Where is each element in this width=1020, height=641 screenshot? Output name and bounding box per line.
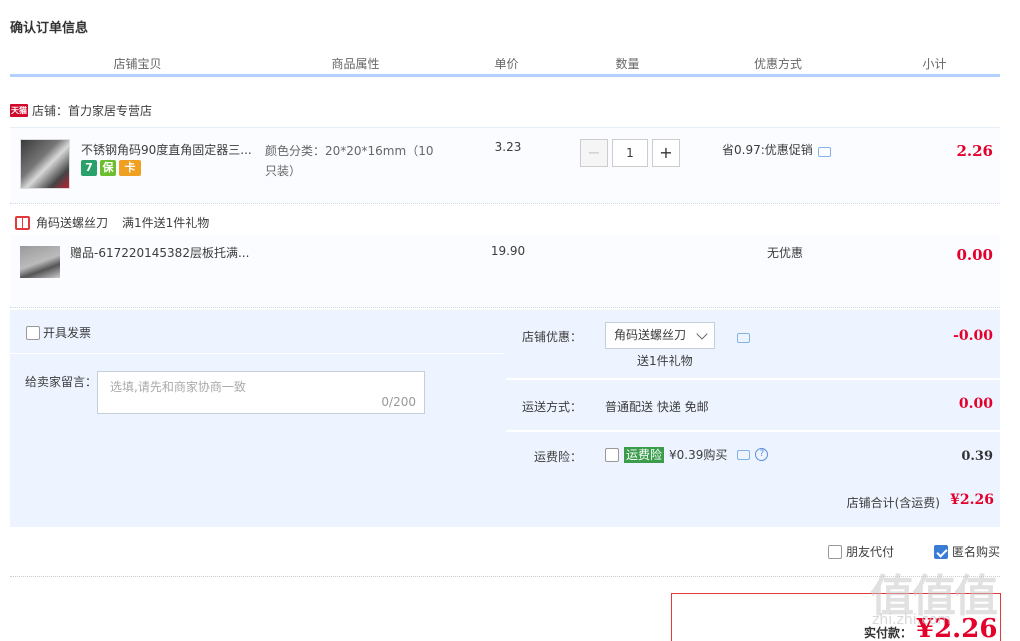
gift-subtotal: 0.00 xyxy=(956,246,993,264)
anonymous-label: 匿名购买 xyxy=(951,545,1000,559)
col-subtotal: 小计 xyxy=(868,55,1000,74)
gift-name-link[interactable]: 赠品-617220145382层板托满... xyxy=(70,244,249,261)
col-unit-price: 单价 xyxy=(445,55,567,74)
guarantee-icon[interactable]: 保 xyxy=(100,160,116,176)
message-placeholder: 选填,请先和商家协商一致 xyxy=(110,380,246,394)
credit-card-icon[interactable]: 卡 xyxy=(119,160,141,176)
gift-item-row: 赠品-617220145382层板托满... 19.90 无优惠 0.00 xyxy=(10,235,1000,308)
quantity-plus-button[interactable]: + xyxy=(652,139,680,167)
gift-unit-price: 19.90 xyxy=(490,244,526,258)
shop-total-label: 店铺合计(含运费) xyxy=(846,496,940,510)
gift-icon xyxy=(15,215,30,230)
shop-discount-select[interactable]: 角码送螺丝刀 xyxy=(605,322,715,349)
col-discount: 优惠方式 xyxy=(687,55,868,74)
message-label: 给卖家留言： xyxy=(25,375,98,389)
invoice-option[interactable]: 开具发票 xyxy=(26,324,91,341)
extra-options: 朋友代付 匿名购买 xyxy=(827,543,1000,560)
col-attributes: 商品属性 xyxy=(265,55,445,74)
shop-header: 天猫 店铺：首力家居专营店 xyxy=(10,102,152,119)
invoice-section: 开具发票 xyxy=(10,310,504,354)
shop-discount-value: -0.00 xyxy=(953,328,993,344)
shop-discount-selected: 角码送螺丝刀 xyxy=(614,328,687,342)
column-headers: 店铺宝贝 商品属性 单价 数量 优惠方式 小计 xyxy=(10,55,1000,77)
tmall-badge-icon: 天猫 xyxy=(10,104,28,117)
insurance-checkbox[interactable] xyxy=(605,447,619,462)
shipping-section: 运送方式： 普通配送 快递 免邮 0.00 xyxy=(506,380,1000,430)
seven-day-return-icon[interactable]: 7 xyxy=(81,160,97,176)
service-badges: 7 保 卡 xyxy=(81,160,141,176)
item-promo: 省0.97:优惠促销 xyxy=(722,141,831,158)
shipping-method: 普通配送 快递 免邮 xyxy=(605,400,709,414)
message-counter: 0/200 xyxy=(381,395,416,409)
item-promo-text: 省0.97:优惠促销 xyxy=(722,143,813,157)
shop-discount-section: 店铺优惠： 角码送螺丝刀 送1件礼物 -0.00 xyxy=(506,310,1000,378)
shipping-label: 运送方式： xyxy=(521,400,582,414)
invoice-checkbox[interactable] xyxy=(26,325,40,340)
anonymous-checkbox[interactable] xyxy=(933,544,948,559)
item-name-link[interactable]: 不锈钢角码90度直角固定器三... xyxy=(81,141,256,158)
item-subtotal: 2.26 xyxy=(956,142,993,160)
col-quantity: 数量 xyxy=(567,55,687,74)
col-shop-item: 店铺宝贝 xyxy=(113,57,162,71)
quantity-minus-button[interactable]: − xyxy=(580,139,608,167)
gift-promo: 无优惠 xyxy=(766,246,803,260)
invoice-label: 开具发票 xyxy=(43,326,92,340)
item-unit-price: 3.23 xyxy=(494,140,522,154)
shipping-value: 0.00 xyxy=(958,396,993,412)
shop-total-value: ¥2.26 xyxy=(950,492,994,508)
anonymous-option[interactable]: 匿名购买 xyxy=(933,543,1000,560)
friend-pay-option[interactable]: 朋友代付 xyxy=(827,543,894,560)
watermark-url: zhi.zhi.com xyxy=(872,612,952,628)
chevron-down-icon xyxy=(696,328,708,340)
shop-discount-sub: 送1件礼物 xyxy=(637,354,693,368)
insurance-option: 运费险 ¥0.39购买 ? xyxy=(605,446,769,463)
insurance-section: 运费险： 运费险 ¥0.39购买 ? 0.39 xyxy=(506,432,1000,475)
quantity-input[interactable]: 1 xyxy=(612,139,648,167)
insurance-value: 0.39 xyxy=(961,449,993,464)
gift-promo-name: 角码送螺丝刀 xyxy=(36,216,109,230)
right-summary: 店铺优惠： 角码送螺丝刀 送1件礼物 -0.00 运送方式： 普通配送 快递 免… xyxy=(506,310,1000,475)
divider xyxy=(10,576,1000,577)
order-item-row: 不锈钢角码90度直角固定器三... 7 保 卡 颜色分类：20*20*16mm（… xyxy=(10,127,1000,204)
shop-name[interactable]: 店铺：首力家居专营店 xyxy=(32,102,152,119)
help-icon[interactable]: ? xyxy=(755,448,769,461)
item-sku: 颜色分类：20*20*16mm（10只装） xyxy=(265,144,434,178)
promo-chat-icon[interactable] xyxy=(817,146,831,157)
insurance-tag: 运费险 xyxy=(624,446,665,463)
item-thumbnail[interactable] xyxy=(20,139,70,189)
gift-header: 角码送螺丝刀 满1件送1件礼物 xyxy=(15,214,209,231)
insurance-price: ¥0.39购买 xyxy=(669,448,728,462)
friend-pay-label: 朋友代付 xyxy=(845,545,894,559)
gift-thumbnail[interactable] xyxy=(20,246,60,278)
page-title: 确认订单信息 xyxy=(10,21,89,36)
insurance-chat-icon[interactable] xyxy=(737,449,751,460)
insurance-label: 运费险： xyxy=(533,450,582,464)
friend-pay-checkbox[interactable] xyxy=(827,544,842,559)
discount-chat-icon[interactable] xyxy=(737,333,750,343)
gift-promo-rule: 满1件送1件礼物 xyxy=(122,216,210,230)
shop-discount-label: 店铺优惠： xyxy=(521,330,582,344)
message-textarea[interactable]: 选填,请先和商家协商一致 0/200 xyxy=(97,371,425,414)
order-options-panel: 开具发票 给卖家留言： 选填,请先和商家协商一致 0/200 店铺优惠： 角码送… xyxy=(10,310,1000,527)
shop-total-row: 店铺合计(含运费) ¥2.26 xyxy=(10,477,1000,527)
quantity-stepper: − 1 + xyxy=(580,139,680,167)
